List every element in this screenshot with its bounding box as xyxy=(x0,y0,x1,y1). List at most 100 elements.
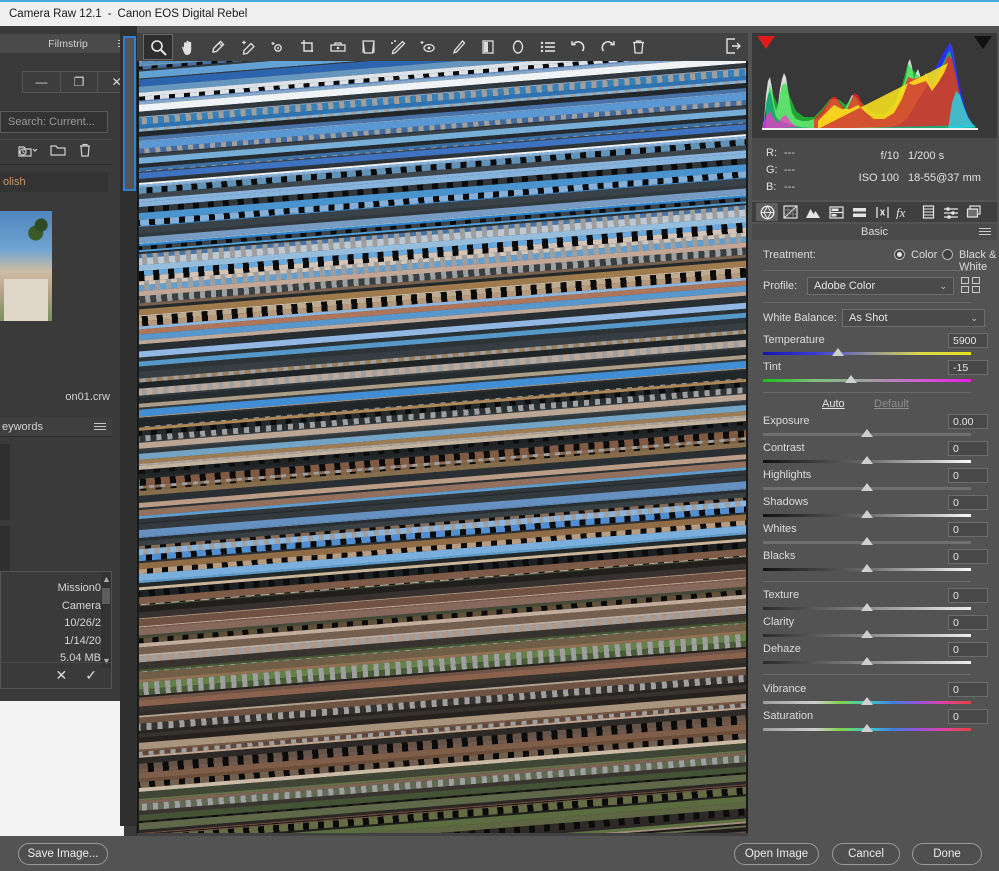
chevron-down-icon[interactable]: ⌄ xyxy=(970,313,978,324)
delete-tool[interactable] xyxy=(623,34,653,60)
zoom-tool[interactable] xyxy=(143,34,173,60)
tab-presets[interactable] xyxy=(940,203,962,221)
tint-value[interactable]: -15 xyxy=(948,360,988,375)
filmstrip-selected-thumbnail[interactable] xyxy=(123,36,136,191)
dehaze-value[interactable]: 0 xyxy=(948,642,988,657)
tab-hsl-adjustments[interactable] xyxy=(825,203,847,221)
auto-button[interactable]: Auto xyxy=(822,398,845,410)
clarity-value[interactable]: 0 xyxy=(948,615,988,630)
graduated-filter-tool[interactable] xyxy=(473,34,503,60)
blacks-knob[interactable] xyxy=(861,564,873,572)
done-button[interactable]: Done xyxy=(912,843,982,865)
toggle-fullscreen-icon[interactable] xyxy=(724,37,742,58)
hand-tool[interactable] xyxy=(173,34,203,60)
save-image-button[interactable]: Save Image... xyxy=(18,843,108,865)
scroll-up-icon[interactable]: ▲ xyxy=(102,574,110,584)
thumbnail-preview[interactable] xyxy=(0,211,52,321)
treatment-color-label[interactable]: Color xyxy=(911,249,937,261)
shadows-value[interactable]: 0 xyxy=(948,495,988,510)
dehaze-knob[interactable] xyxy=(861,657,873,665)
red-eye-removal-tool[interactable] xyxy=(413,34,443,60)
tab-split-toning[interactable] xyxy=(848,203,870,221)
tab-basic[interactable] xyxy=(756,203,778,221)
scrollbar-thumb[interactable] xyxy=(102,588,110,604)
white-balance-select[interactable]: As Shot ⌄ xyxy=(842,309,985,327)
targeted-adjustment-tool[interactable] xyxy=(263,34,293,60)
shadow-clipping-indicator[interactable] xyxy=(757,36,775,49)
tint-track[interactable] xyxy=(763,379,971,382)
texture-knob[interactable] xyxy=(861,603,873,611)
panel-menu-icon[interactable] xyxy=(979,228,991,236)
histogram[interactable] xyxy=(752,33,997,138)
saturation-value[interactable]: 0 xyxy=(948,709,988,724)
vibrance-knob[interactable] xyxy=(861,697,873,705)
tab-detail[interactable] xyxy=(802,203,824,221)
window-controls[interactable]: — ❐ ✕ xyxy=(22,71,136,93)
saturation-knob[interactable] xyxy=(861,724,873,732)
exposure-knob[interactable] xyxy=(861,429,873,437)
texture-value[interactable]: 0 xyxy=(948,588,988,603)
tint-knob[interactable] xyxy=(845,375,857,383)
rotate-left-tool[interactable] xyxy=(563,34,593,60)
highlight-clipping-indicator[interactable] xyxy=(974,36,992,49)
filmstrip-panel-tab[interactable]: Filmstrip xyxy=(0,34,136,53)
workspace-tab-polish[interactable]: olish xyxy=(0,172,108,192)
search-input[interactable]: Search: Current... xyxy=(0,111,108,133)
default-button[interactable]: Default xyxy=(874,398,909,410)
highlights-knob[interactable] xyxy=(861,483,873,491)
exposure-value[interactable]: 0.00 xyxy=(948,414,988,429)
open-image-button[interactable]: Open Image xyxy=(734,843,819,865)
profile-browser-button[interactable] xyxy=(961,277,983,295)
temperature-track[interactable] xyxy=(763,352,971,355)
preferences-tool[interactable] xyxy=(533,34,563,60)
apply-metadata-icon[interactable]: ✓ xyxy=(85,667,97,684)
tab-snapshots[interactable] xyxy=(963,203,985,221)
image-canvas[interactable] xyxy=(137,61,748,833)
chevron-down-icon[interactable]: ⌄ xyxy=(939,281,947,292)
shadows-knob[interactable] xyxy=(861,510,873,518)
spot-removal-tool[interactable] xyxy=(383,34,413,60)
whites-value[interactable]: 0 xyxy=(948,522,988,537)
blacks-value[interactable]: 0 xyxy=(948,549,988,564)
raw-preview-image[interactable] xyxy=(139,61,746,833)
divider xyxy=(763,302,971,303)
cancel-button[interactable]: Cancel xyxy=(832,843,900,865)
rotate-right-tool[interactable] xyxy=(593,34,623,60)
adjustment-brush-tool[interactable] xyxy=(443,34,473,60)
transform-tool[interactable] xyxy=(353,34,383,60)
color-sampler-tool[interactable] xyxy=(233,34,263,60)
tab-effects[interactable]: fx xyxy=(894,203,916,221)
keywords-panel-tab[interactable]: eywords xyxy=(0,417,112,437)
saturation-label: Saturation xyxy=(763,710,813,722)
radial-filter-tool[interactable] xyxy=(503,34,533,60)
keywords-menu-icon[interactable] xyxy=(94,423,106,431)
recent-folders-icon[interactable] xyxy=(18,144,38,161)
tab-tone-curve[interactable] xyxy=(779,203,801,221)
maximize-button[interactable]: ❐ xyxy=(61,72,99,92)
divider xyxy=(763,392,971,393)
delete-icon[interactable] xyxy=(78,143,92,161)
new-folder-icon[interactable] xyxy=(50,144,66,160)
cancel-metadata-icon[interactable]: ✕ xyxy=(56,667,68,684)
vibrance-value[interactable]: 0 xyxy=(948,682,988,697)
crop-tool[interactable] xyxy=(293,34,323,60)
tab-calibration[interactable] xyxy=(917,203,939,221)
tab-lens-corrections[interactable] xyxy=(871,203,893,221)
minimize-button[interactable]: — xyxy=(23,72,61,92)
clarity-knob[interactable] xyxy=(861,630,873,638)
highlights-value[interactable]: 0 xyxy=(948,468,988,483)
treatment-bw-radio[interactable] xyxy=(942,249,953,260)
filmstrip-strip[interactable] xyxy=(120,26,137,826)
window-title-bar: Camera Raw 12.1 - Canon EOS Digital Rebe… xyxy=(0,0,999,26)
temperature-knob[interactable] xyxy=(832,348,844,356)
whites-knob[interactable] xyxy=(861,537,873,545)
white-balance-eyedropper-tool[interactable] xyxy=(203,34,233,60)
metadata-scrollbar[interactable]: ▲ ▼ xyxy=(101,572,111,668)
profile-select[interactable]: Adobe Color ⌄ xyxy=(807,277,954,295)
treatment-color-radio[interactable] xyxy=(894,249,905,260)
temperature-value[interactable]: 5900 xyxy=(948,333,988,348)
highlights-label: Highlights xyxy=(763,469,811,481)
straighten-tool[interactable] xyxy=(323,34,353,60)
contrast-knob[interactable] xyxy=(861,456,873,464)
contrast-value[interactable]: 0 xyxy=(948,441,988,456)
